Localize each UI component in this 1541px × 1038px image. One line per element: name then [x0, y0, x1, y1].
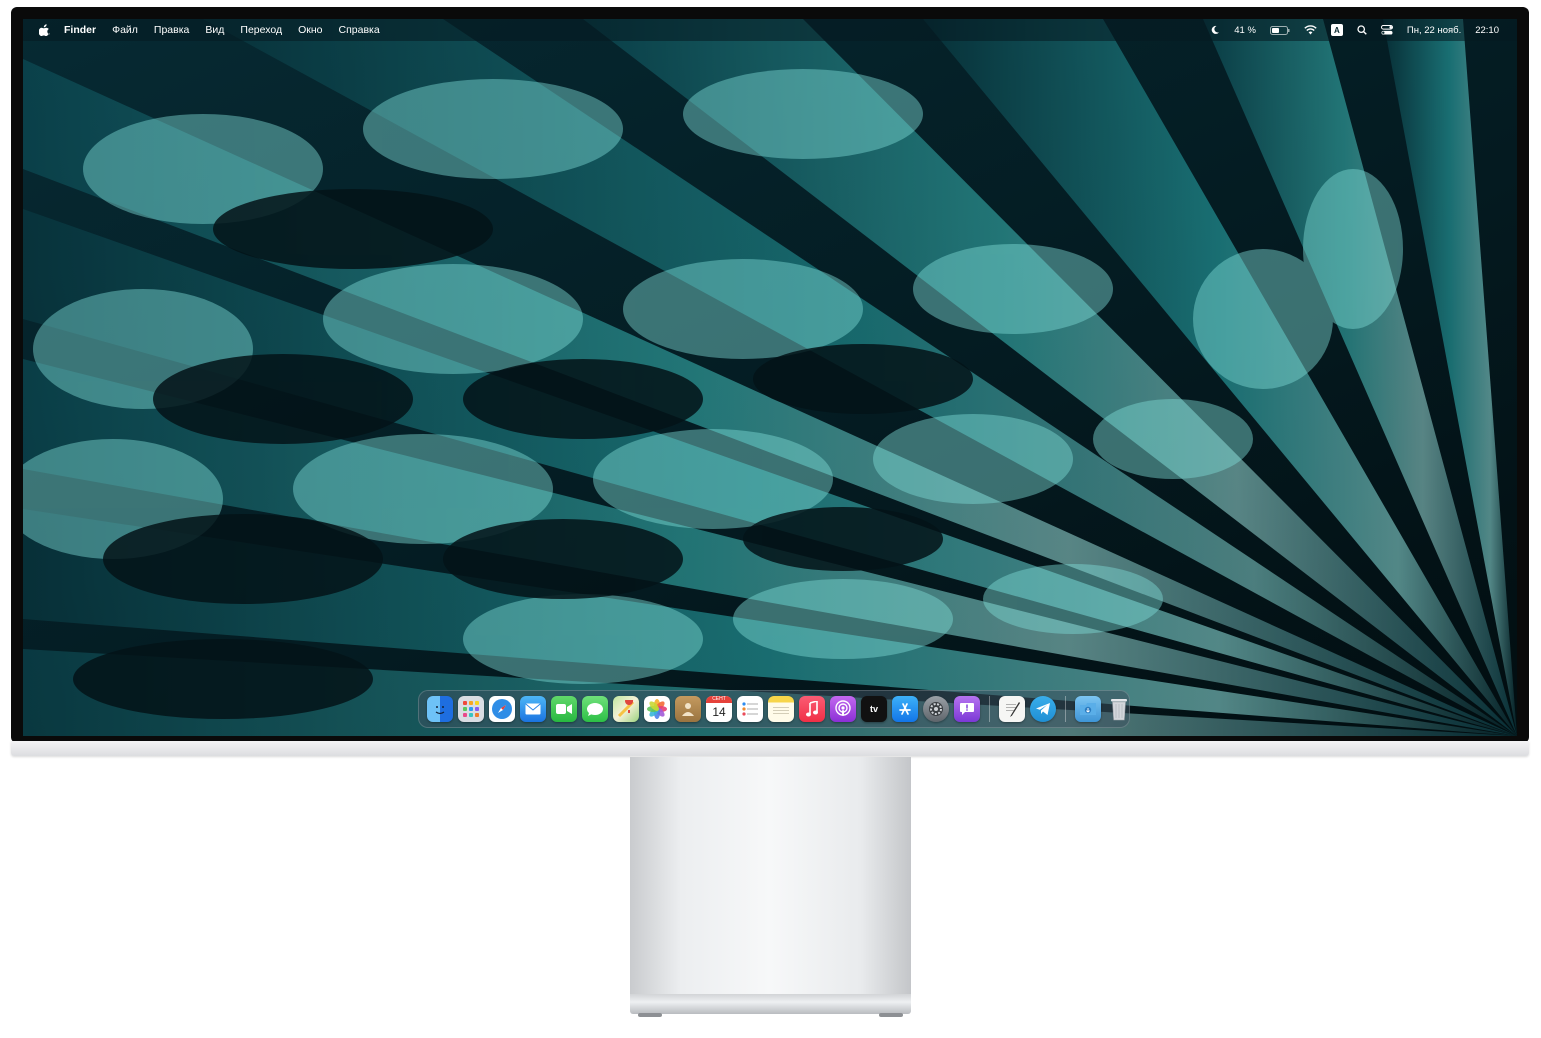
stand-pad [638, 1013, 662, 1017]
apple-tv-label: tv [869, 704, 878, 714]
desktop-wallpaper [23, 19, 1517, 736]
input-source-icon[interactable]: A [1330, 24, 1343, 36]
display-monitor: Finder Файл Правка Вид Переход Окно Спра… [11, 7, 1529, 743]
control-center-icon[interactable] [1380, 25, 1393, 35]
menubar-date[interactable]: Пн, 22 нояб. [1407, 25, 1461, 36]
telegram-icon[interactable] [1030, 696, 1056, 722]
monitor-stand-foot [630, 994, 911, 1017]
reminders-icon[interactable] [737, 696, 763, 722]
menu-app-name[interactable]: Finder [64, 24, 96, 36]
mail-icon[interactable] [520, 696, 546, 722]
finder-icon[interactable] [427, 696, 453, 722]
monitor-chin [11, 741, 1529, 756]
monitor-stand [630, 757, 911, 995]
messages-icon[interactable] [582, 696, 608, 722]
dock-separator [1065, 696, 1066, 722]
facetime-icon[interactable] [551, 696, 577, 722]
system-settings-icon[interactable] [923, 696, 949, 722]
menu-go[interactable]: Переход [240, 24, 282, 36]
menu-view[interactable]: Вид [205, 24, 224, 36]
calendar-day: 14 [712, 705, 726, 719]
calendar-icon[interactable]: СЕНТ 14 [706, 696, 732, 722]
dock-separator [989, 696, 990, 722]
desktop-screen[interactable]: Finder Файл Правка Вид Переход Окно Спра… [23, 19, 1517, 736]
dock: СЕНТ 14 tv [418, 690, 1130, 728]
podcasts-icon[interactable] [830, 696, 856, 722]
wifi-icon[interactable] [1304, 25, 1317, 35]
focus-moon-icon[interactable] [1210, 25, 1220, 35]
music-icon[interactable] [799, 696, 825, 722]
spotlight-search-icon[interactable] [1357, 25, 1367, 35]
trash-icon[interactable] [1106, 696, 1132, 722]
apple-logo-icon[interactable] [39, 24, 50, 36]
contacts-icon[interactable] [675, 696, 701, 722]
calendar-month: СЕНТ [706, 696, 732, 703]
launchpad-icon[interactable] [458, 696, 484, 722]
apple-tv-icon[interactable]: tv [861, 696, 887, 722]
menubar-time[interactable]: 22:10 [1475, 25, 1499, 36]
safari-icon[interactable] [489, 696, 515, 722]
downloads-folder-icon[interactable] [1075, 696, 1101, 722]
menu-window[interactable]: Окно [298, 24, 322, 36]
battery-icon[interactable] [1269, 25, 1290, 35]
menu-bar: Finder Файл Правка Вид Переход Окно Спра… [23, 19, 1517, 41]
app-store-icon[interactable] [892, 696, 918, 722]
stand-pad [879, 1013, 903, 1017]
maps-icon[interactable] [613, 696, 639, 722]
menu-edit[interactable]: Правка [154, 24, 189, 36]
menu-help[interactable]: Справка [339, 24, 380, 36]
textedit-icon[interactable] [999, 696, 1025, 722]
notes-icon[interactable] [768, 696, 794, 722]
battery-percentage[interactable]: 41 % [1234, 25, 1256, 36]
feedback-assistant-icon[interactable] [954, 696, 980, 722]
input-source-label: A [1334, 25, 1340, 35]
menu-file[interactable]: Файл [112, 24, 138, 36]
photos-icon[interactable] [644, 696, 670, 722]
